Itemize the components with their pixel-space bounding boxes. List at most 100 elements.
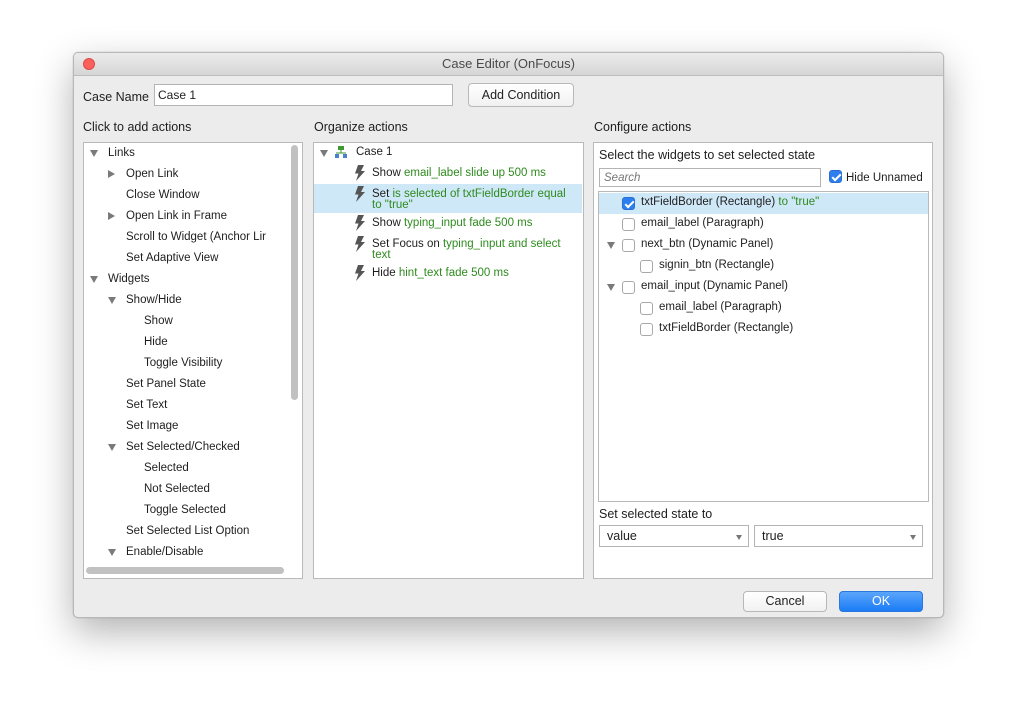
widget-name: txtFieldBorder (Rectangle) <box>641 196 776 208</box>
add-condition-button[interactable]: Add Condition <box>468 83 574 107</box>
horizontal-scroll-thumb[interactable] <box>86 567 284 574</box>
widget-label: txtFieldBorder (Rectangle) <box>659 322 793 334</box>
widget-label: email_label (Paragraph) <box>641 217 764 229</box>
state-type-select[interactable]: value <box>599 525 749 547</box>
action-tree-item[interactable]: Scroll to Widget (Anchor Lir <box>126 228 266 246</box>
lightning-bolt-icon <box>355 265 365 281</box>
widget-label: next_btn (Dynamic Panel) <box>641 238 773 250</box>
action-tree-item[interactable]: Set Text <box>126 396 167 414</box>
action-tree-item[interactable]: Show/Hide <box>126 291 182 309</box>
expand-caret-icon[interactable] <box>607 284 615 291</box>
lightning-bolt-icon <box>355 165 365 181</box>
widget-checkbox[interactable] <box>622 281 635 294</box>
action-row[interactable]: Hide hint_text fade 500 ms <box>314 263 582 284</box>
expand-caret-icon[interactable] <box>108 169 115 178</box>
widget-row[interactable]: email_input (Dynamic Panel) <box>599 277 928 298</box>
middle-panel-header: Organize actions <box>314 120 408 134</box>
close-window-button[interactable] <box>83 58 95 70</box>
horizontal-scrollbar[interactable] <box>86 565 286 577</box>
action-tree-item[interactable]: Set Selected/Checked <box>126 438 240 456</box>
action-tree-item[interactable]: Open Link <box>126 165 178 183</box>
vertical-scrollbar[interactable] <box>288 145 300 563</box>
state-value-select[interactable]: true <box>754 525 923 547</box>
ok-button[interactable]: OK <box>839 591 923 612</box>
widget-tree: txtFieldBorder (Rectangle) to "true" emai… <box>598 191 929 502</box>
widget-row[interactable]: signin_btn (Rectangle) <box>599 256 928 277</box>
action-row[interactable]: Show email_label slide up 500 ms <box>314 163 582 184</box>
widget-label: txtFieldBorder (Rectangle) to "true" <box>641 196 819 208</box>
widget-checkbox[interactable] <box>622 218 635 231</box>
set-state-label: Set selected state to <box>599 507 713 521</box>
widget-name: txtFieldBorder (Rectangle) <box>659 322 794 334</box>
expand-caret-icon[interactable] <box>108 211 115 220</box>
action-tree-item[interactable]: Close Window <box>126 186 200 204</box>
widget-label: email_input (Dynamic Panel) <box>641 280 788 292</box>
widget-row[interactable]: txtFieldBorder (Rectangle) to "true" <box>599 193 928 214</box>
action-tree-item[interactable]: Widgets <box>108 270 150 288</box>
title-bar[interactable]: Case Editor (OnFocus) <box>74 53 943 76</box>
widget-name: email_label (Paragraph) <box>659 301 782 313</box>
lightning-bolt-icon <box>355 215 365 231</box>
widget-checkbox[interactable] <box>622 239 635 252</box>
widget-value-suffix: to "true" <box>775 196 820 208</box>
action-detail: typing_input fade 500 ms <box>403 217 533 229</box>
action-tree-item[interactable]: Not Selected <box>144 480 210 498</box>
action-tree-item[interactable]: Set Panel State <box>126 375 206 393</box>
action-verb: Show <box>372 217 401 229</box>
action-text-line: Show email_label slide up 500 ms <box>372 167 546 179</box>
lightning-bolt-icon <box>355 236 365 252</box>
hide-unnamed-checkbox[interactable] <box>829 170 842 183</box>
expand-caret-icon[interactable] <box>607 242 615 249</box>
action-tree-item[interactable]: Toggle Selected <box>144 501 226 519</box>
case-name-label: Case Name <box>83 90 149 104</box>
lightning-bolt-icon <box>355 186 365 202</box>
action-tree-item[interactable]: Show <box>144 312 173 330</box>
case-name-input[interactable]: Case 1 <box>154 84 453 106</box>
action-tree-item[interactable]: Set Selected List Option <box>126 522 249 540</box>
select-widgets-label: Select the widgets to set selected state <box>599 148 816 162</box>
widget-row[interactable]: txtFieldBorder (Rectangle) <box>599 319 928 340</box>
widget-checkbox[interactable] <box>640 302 653 315</box>
case-expand-caret[interactable] <box>320 150 328 157</box>
widget-row[interactable]: email_label (Paragraph) <box>599 298 928 319</box>
action-verb: Hide <box>372 267 396 279</box>
cancel-button[interactable]: Cancel <box>743 591 827 612</box>
widget-name: email_input (Dynamic Panel) <box>641 280 789 292</box>
widget-row[interactable]: next_btn (Dynamic Panel) <box>599 235 928 256</box>
widget-checkbox[interactable] <box>622 197 635 210</box>
widget-checkbox[interactable] <box>640 260 653 273</box>
collapse-caret-icon[interactable] <box>108 444 116 451</box>
action-detail-continued: text <box>372 249 391 261</box>
collapse-caret-icon[interactable] <box>108 549 116 556</box>
action-tree-item[interactable]: Selected <box>144 459 189 477</box>
collapse-caret-icon[interactable] <box>90 150 98 157</box>
action-row[interactable]: Set is selected of txtFieldBorder equal t… <box>314 184 582 213</box>
action-detail: hint_text fade 500 ms <box>398 267 509 279</box>
widget-checkbox[interactable] <box>640 323 653 336</box>
right-panel-header: Configure actions <box>594 120 692 134</box>
action-tree-item[interactable]: Set Image <box>126 417 178 435</box>
action-tree-item[interactable]: Open Link in Frame <box>126 207 227 225</box>
case-editor-window: Case Editor (OnFocus) Case Name Case 1 A… <box>73 52 944 618</box>
collapse-caret-icon[interactable] <box>90 276 98 283</box>
action-text-line: Set Focus on typing_input and select <box>372 238 561 250</box>
widget-label: email_label (Paragraph) <box>659 301 782 313</box>
widget-search-input[interactable] <box>599 168 821 187</box>
configure-actions-panel: Select the widgets to set selected state… <box>593 142 933 579</box>
case-icon <box>335 146 347 158</box>
hide-unnamed-label: Hide Unnamed <box>846 172 923 184</box>
action-tree-item[interactable]: Hide <box>144 333 168 351</box>
vertical-scroll-thumb[interactable] <box>291 145 298 400</box>
action-row[interactable]: Show typing_input fade 500 ms <box>314 213 582 234</box>
action-row[interactable]: Set Focus on typing_input and select text <box>314 234 582 263</box>
action-tree-item[interactable]: Enable/Disable <box>126 543 203 561</box>
action-tree-item[interactable]: Toggle Visibility <box>144 354 222 372</box>
action-tree-item[interactable]: Set Adaptive View <box>126 249 219 267</box>
action-verb: Show <box>372 167 401 179</box>
case-label[interactable]: Case 1 <box>356 143 392 161</box>
widget-row[interactable]: email_label (Paragraph) <box>599 214 928 235</box>
action-tree-item[interactable]: Links <box>108 144 135 162</box>
widget-name: signin_btn (Rectangle) <box>659 259 775 271</box>
collapse-caret-icon[interactable] <box>108 297 116 304</box>
left-panel-header: Click to add actions <box>83 120 192 134</box>
